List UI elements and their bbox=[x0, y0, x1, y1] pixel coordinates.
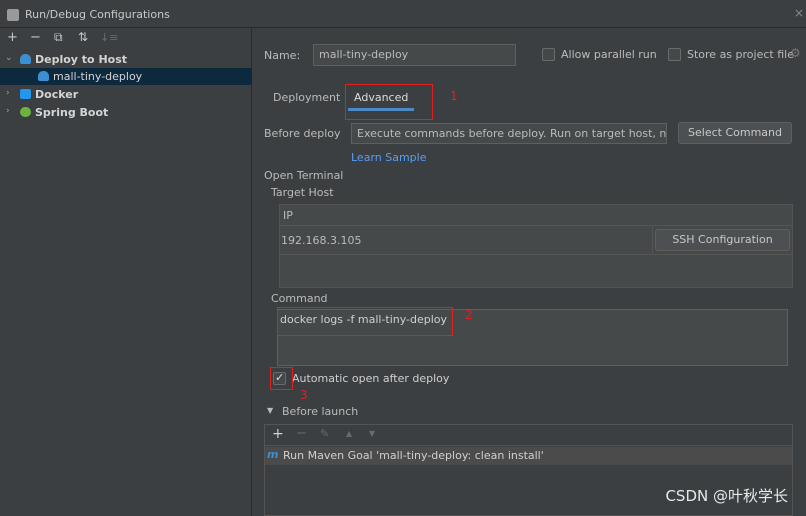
gear-icon[interactable]: ⚙ bbox=[790, 46, 801, 60]
before-launch-item-label: Run Maven Goal 'mall-tiny-deploy: clean … bbox=[283, 449, 544, 462]
open-terminal-label: Open Terminal bbox=[264, 169, 344, 182]
table-header: IP bbox=[280, 205, 792, 226]
chevron-right-icon[interactable]: › bbox=[6, 88, 10, 98]
name-input[interactable]: mall-tiny-deploy bbox=[313, 44, 516, 66]
chevron-right-icon[interactable]: › bbox=[6, 106, 10, 116]
table-row[interactable]: 192.168.3.105 SSH Configuration bbox=[280, 226, 792, 255]
sidebar-toolbar: + − ⧉ ⇅ ↓≡ bbox=[0, 28, 251, 50]
remove-task-icon[interactable]: − bbox=[296, 426, 307, 441]
tree-item-label: mall-tiny-deploy bbox=[53, 70, 143, 83]
title-bar: Run/Debug Configurations × bbox=[0, 0, 806, 28]
tree-item-deploy-to-host[interactable]: ⌄ Deploy to Host bbox=[0, 51, 252, 68]
allow-parallel-run-label: Allow parallel run bbox=[561, 48, 657, 61]
docker-icon bbox=[20, 89, 31, 99]
store-as-project-file-checkbox[interactable] bbox=[668, 48, 681, 61]
annotation-number-3: 3 bbox=[300, 388, 308, 402]
remove-icon[interactable]: − bbox=[30, 30, 41, 45]
ip-cell: 192.168.3.105 bbox=[281, 234, 362, 247]
ssh-configuration-button[interactable]: SSH Configuration bbox=[655, 229, 790, 251]
list-item[interactable]: m Run Maven Goal 'mall-tiny-deploy: clea… bbox=[265, 447, 792, 465]
copy-icon[interactable]: ⧉ bbox=[54, 30, 63, 45]
allow-parallel-run-checkbox[interactable] bbox=[542, 48, 555, 61]
add-icon[interactable]: + bbox=[7, 30, 18, 45]
tree-item-label: Deploy to Host bbox=[35, 53, 128, 66]
column-divider bbox=[652, 226, 653, 255]
learn-sample-link[interactable]: Learn Sample bbox=[351, 151, 427, 164]
intellij-app-icon bbox=[7, 9, 19, 21]
tree-item-spring-boot[interactable]: › Spring Boot bbox=[0, 104, 252, 121]
store-as-project-file-label: Store as project file bbox=[687, 48, 794, 61]
annotation-box-checkbox bbox=[270, 367, 293, 390]
target-host-table: IP 192.168.3.105 SSH Configuration bbox=[279, 204, 793, 288]
select-command-button[interactable]: Select Command bbox=[678, 122, 792, 144]
before-deploy-label: Before deploy bbox=[264, 127, 341, 140]
tree-item-label: Spring Boot bbox=[35, 106, 109, 119]
automatic-open-label: Automatic open after deploy bbox=[292, 372, 450, 385]
chevron-down-icon[interactable]: ⌄ bbox=[5, 53, 13, 63]
edit-task-icon[interactable]: ✎ bbox=[320, 427, 329, 440]
before-launch-toolbar: + − ✎ ▲ ▼ bbox=[265, 425, 792, 446]
move-into-folder-icon[interactable]: ⇅ bbox=[78, 30, 88, 44]
tree-item-mall-tiny-deploy[interactable]: mall-tiny-deploy bbox=[0, 68, 252, 85]
window-title: Run/Debug Configurations bbox=[25, 8, 170, 21]
annotation-box-command bbox=[277, 307, 453, 336]
close-icon[interactable]: × bbox=[794, 6, 804, 20]
maven-icon: m bbox=[267, 448, 279, 461]
ip-column-header: IP bbox=[283, 209, 293, 222]
target-host-label: Target Host bbox=[271, 186, 334, 199]
annotation-number-2: 2 bbox=[465, 308, 473, 322]
tree-item-docker[interactable]: › Docker bbox=[0, 86, 252, 103]
before-deploy-input[interactable]: Execute commands before deploy. Run on t… bbox=[351, 123, 667, 144]
before-launch-title: Before launch bbox=[282, 405, 359, 418]
spring-boot-icon bbox=[20, 107, 31, 117]
cloud-deploy-icon bbox=[38, 71, 49, 81]
add-task-icon[interactable]: + bbox=[272, 426, 284, 442]
annotation-box-advanced-tab bbox=[345, 84, 433, 120]
sort-icon[interactable]: ↓≡ bbox=[100, 31, 118, 44]
tree-item-label: Docker bbox=[35, 88, 79, 101]
cloud-deploy-icon bbox=[20, 54, 31, 64]
annotation-number-1: 1 bbox=[450, 89, 458, 103]
chevron-down-icon[interactable]: ▼ bbox=[267, 406, 273, 415]
tab-deployment[interactable]: Deployment bbox=[273, 91, 340, 104]
watermark: CSDN @叶秋学长 bbox=[665, 487, 788, 505]
command-label: Command bbox=[271, 292, 328, 305]
name-label: Name: bbox=[264, 49, 301, 62]
configurations-sidebar: + − ⧉ ⇅ ↓≡ ⌄ Deploy to Host mall-tiny-de… bbox=[0, 28, 252, 516]
move-up-icon[interactable]: ▲ bbox=[346, 429, 352, 438]
move-down-icon[interactable]: ▼ bbox=[369, 429, 375, 438]
